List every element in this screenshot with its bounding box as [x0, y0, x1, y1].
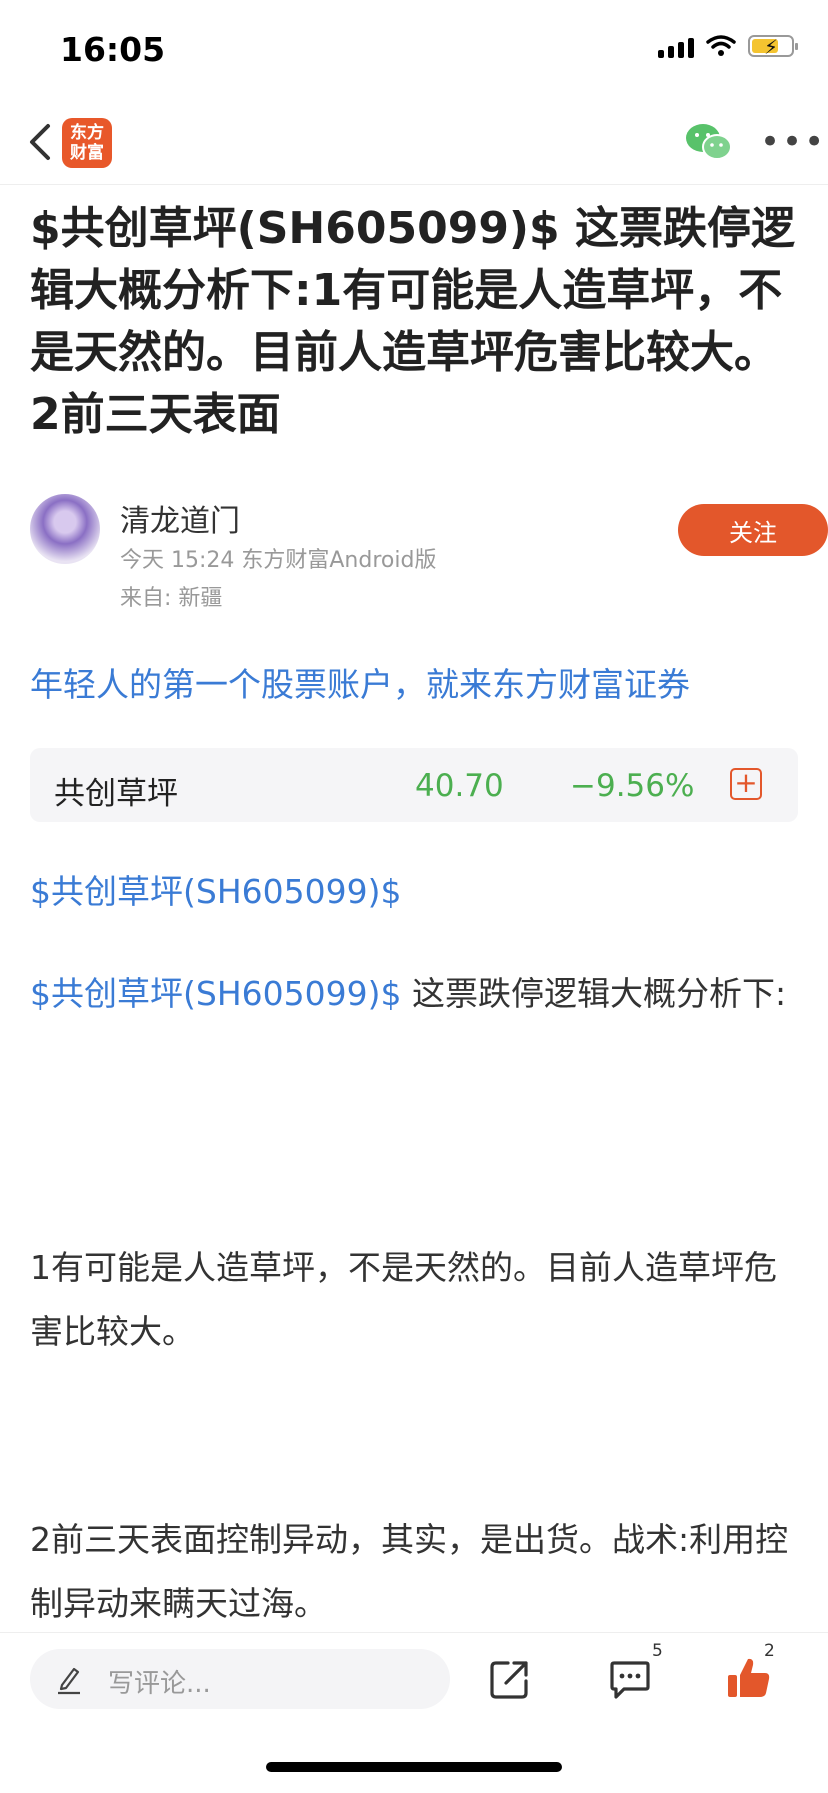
- stock-tag-link-2[interactable]: $共创草坪(SH605099)$: [30, 974, 401, 1013]
- promo-link[interactable]: 年轻人的第一个股票账户，就来东方财富证券: [30, 658, 690, 706]
- content-paragraph-4: 2前三天表面控制异动，其实，是出货。战术:利用控制异动来瞒天过海。: [30, 1520, 789, 1623]
- more-options-icon[interactable]: •••: [760, 122, 826, 162]
- content-paragraph-1: $共创草坪(SH605099)$: [30, 860, 800, 924]
- article-title: $共创草坪(SH605099)$ 这票跌停逻辑大概分析下:1有可能是人造草坪，不…: [30, 203, 795, 440]
- share-icon[interactable]: [488, 1657, 532, 1701]
- follow-button[interactable]: 关注: [678, 504, 828, 556]
- home-indicator: [266, 1762, 562, 1772]
- post-meta: 今天 15:24 东方财富Android版: [120, 548, 437, 573]
- stock-name: 共创草坪: [54, 776, 178, 812]
- pencil-icon: [58, 1667, 80, 1695]
- author-section: 清龙道门 今天 15:24 东方财富Android版 来自: 新疆 关注: [30, 494, 828, 614]
- wechat-share-icon[interactable]: [684, 120, 734, 164]
- add-watchlist-icon[interactable]: +: [730, 768, 762, 800]
- content-paragraph-2b: $共创草坪(SH605099)$ 这票跌停逻辑大概分析下:: [30, 962, 800, 1026]
- battery-icon: ⚡: [748, 35, 798, 59]
- signal-icon: [658, 34, 694, 58]
- app-logo: 东方 财富: [62, 118, 112, 168]
- wifi-icon: [706, 35, 736, 56]
- comment-placeholder: 写评论...: [108, 1669, 211, 1699]
- avatar[interactable]: [30, 494, 100, 564]
- like-count: 2: [764, 1641, 775, 1661]
- comment-count: 5: [652, 1641, 663, 1661]
- status-icons: ⚡: [658, 34, 798, 59]
- comment-icon[interactable]: [608, 1657, 652, 1701]
- thumbs-up-icon[interactable]: [726, 1655, 772, 1701]
- comment-input[interactable]: 写评论...: [30, 1649, 450, 1709]
- nav-bar: 东方 财富 •••: [0, 100, 828, 185]
- content-paragraph-3: 1有可能是人造草坪，不是天然的。目前人造草坪危害比较大。: [30, 1248, 777, 1351]
- paragraph-text: 这票跌停逻辑大概分析下:: [401, 974, 787, 1013]
- stock-change: −9.56%: [570, 768, 695, 804]
- status-time: 16:05: [60, 30, 166, 69]
- status-bar: 16:05 ⚡: [0, 0, 828, 100]
- author-name[interactable]: 清龙道门: [120, 496, 240, 540]
- stock-card[interactable]: 共创草坪 40.70 −9.56% +: [30, 748, 798, 822]
- back-icon[interactable]: [22, 120, 62, 164]
- stock-tag-link[interactable]: $共创草坪(SH605099)$: [30, 872, 401, 911]
- post-location: 来自: 新疆: [120, 586, 223, 611]
- stock-price: 40.70: [415, 768, 504, 804]
